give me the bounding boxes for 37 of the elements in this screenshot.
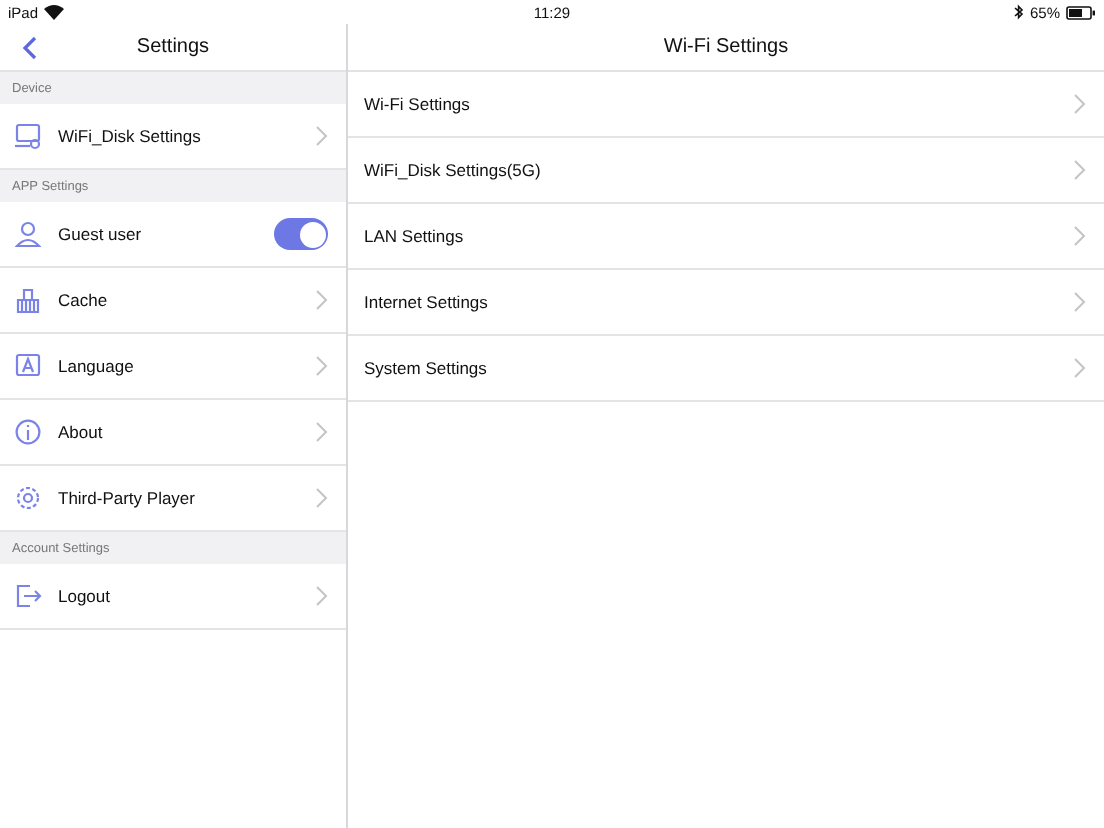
row-label: WiFi_Disk Settings	[58, 126, 203, 146]
gear-icon	[14, 484, 42, 512]
chevron-icon	[316, 126, 328, 146]
logout-icon	[14, 582, 42, 610]
person-icon	[14, 220, 42, 248]
row-label: Internet Settings	[364, 292, 490, 312]
basket-icon	[14, 286, 42, 314]
chevron-icon	[316, 488, 328, 508]
info-icon	[14, 418, 42, 446]
bluetooth-icon	[1013, 4, 1024, 20]
chevron-icon	[1074, 226, 1086, 246]
row-label: Cache	[58, 290, 110, 310]
back-button[interactable]	[20, 34, 40, 62]
row-label: About	[58, 422, 105, 442]
chevron-icon	[316, 356, 328, 376]
row-label: LAN Settings	[364, 226, 466, 246]
letter-a-icon	[14, 352, 42, 380]
chevron-icon	[1074, 358, 1086, 378]
row-label: Language	[58, 356, 136, 376]
wifi-icon	[44, 4, 65, 20]
row-label: System Settings	[364, 358, 489, 378]
chevron-icon	[316, 422, 328, 442]
chevron-icon	[1074, 94, 1086, 114]
chevron-icon	[1074, 292, 1086, 312]
row-label: Third-Party Player	[58, 488, 197, 508]
row-label: WiFi_Disk Settings(5G)	[364, 160, 543, 180]
toggle-switch[interactable]	[274, 218, 328, 250]
detail-title: Wi-Fi Settings	[663, 36, 789, 58]
chevron-icon	[316, 290, 328, 310]
row-label: Guest user	[58, 224, 144, 244]
laptop-gear-icon	[14, 122, 42, 150]
row-label: Logout	[58, 586, 112, 606]
chevron-icon	[316, 586, 328, 606]
row-label: Wi-Fi Settings	[364, 94, 472, 114]
sidebar-title: Settings	[136, 36, 210, 58]
battery-icon	[1066, 5, 1096, 19]
chevron-icon	[1074, 160, 1086, 180]
